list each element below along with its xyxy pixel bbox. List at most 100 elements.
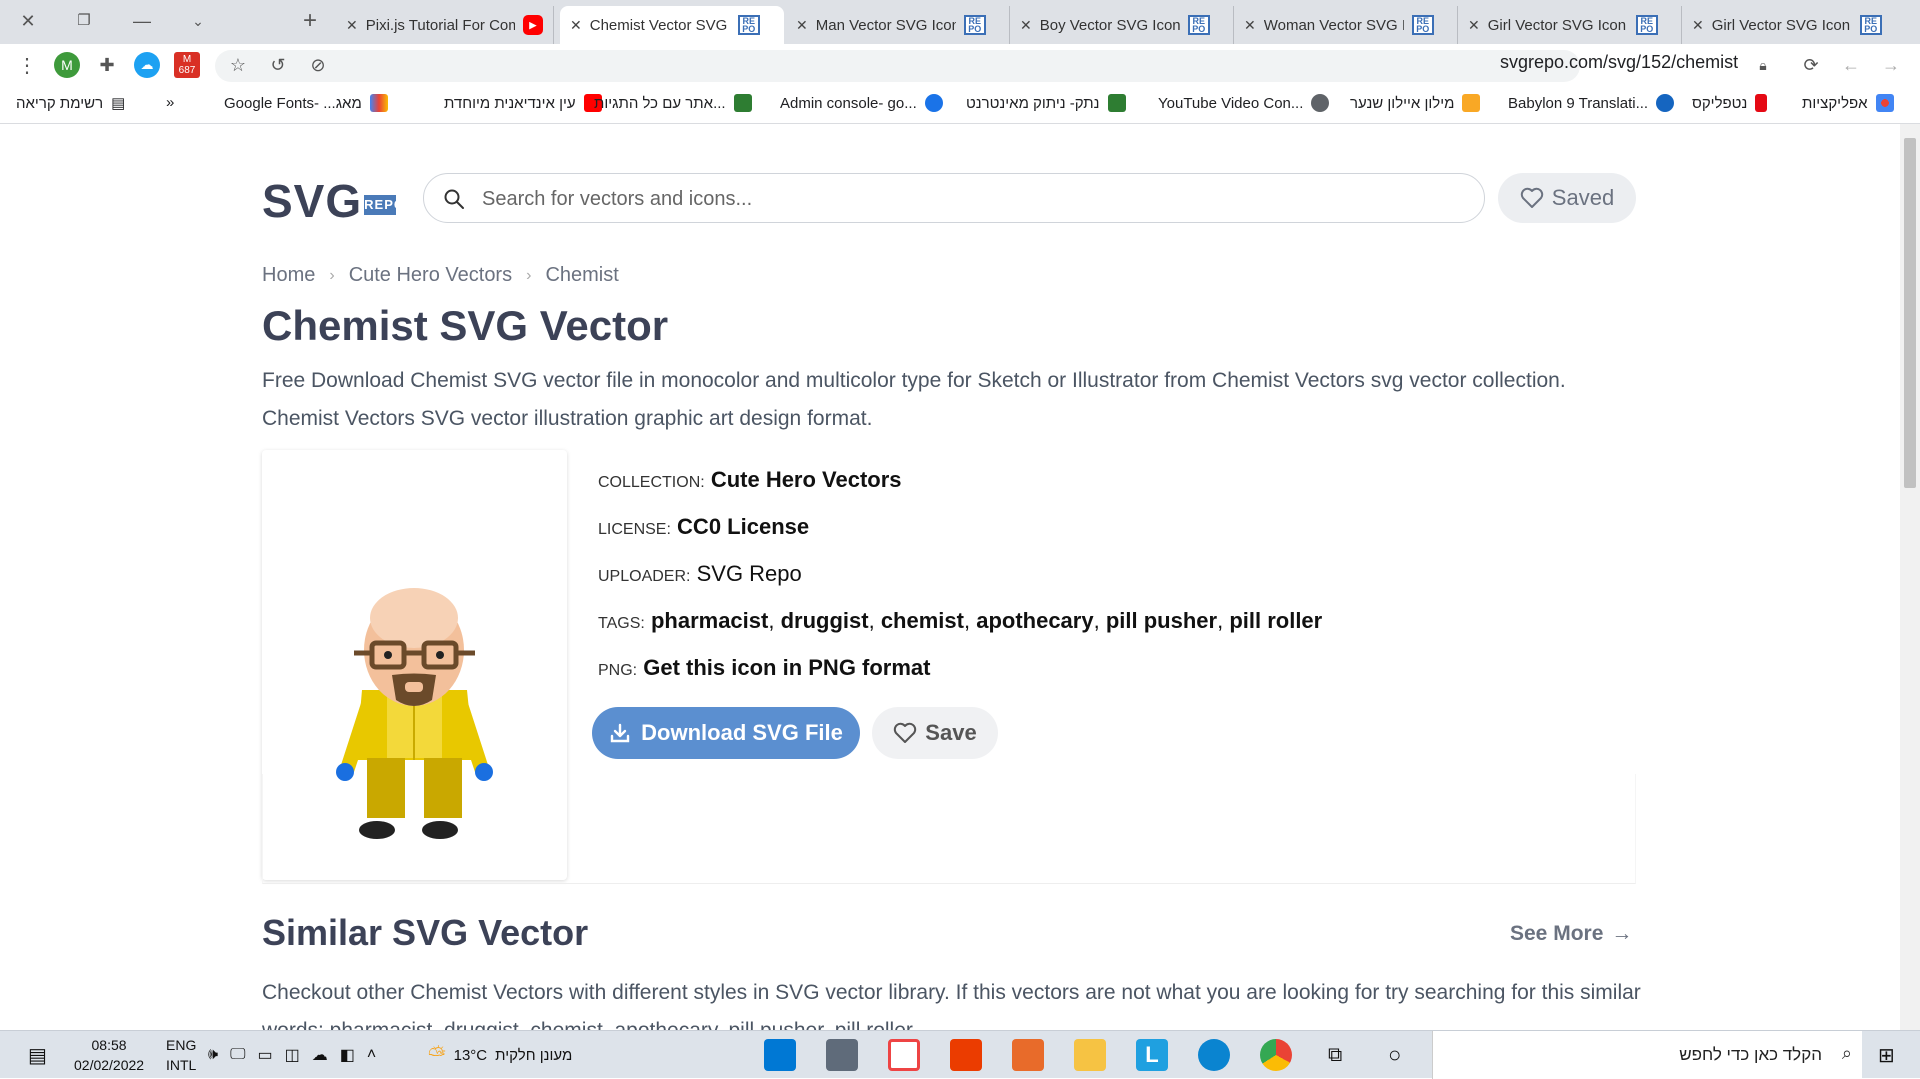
taskbar-search-box[interactable]: הקלד כאן כדי לחפש ⌕ <box>1432 1031 1862 1079</box>
scrollbar-thumb[interactable] <box>1904 138 1916 488</box>
share-icon[interactable]: ↺ <box>265 52 291 78</box>
partly-cloudy-icon: ⛅︎ <box>428 1042 446 1067</box>
menu-kebab-icon[interactable]: ⋮ <box>14 52 40 78</box>
chrome-icon[interactable] <box>1260 1039 1292 1071</box>
volume-icon[interactable]: 🕪︎ <box>208 1046 218 1064</box>
clock[interactable]: 08:58 02/02/2022 <box>74 1031 144 1079</box>
new-tab-icon[interactable]: + <box>290 6 330 36</box>
search-input[interactable] <box>482 186 1462 212</box>
bookmark-indian-eye[interactable]: עין אינדיאנית מיוחדת <box>444 94 602 112</box>
bookmark-star-icon[interactable]: ☆ <box>225 52 251 78</box>
tag-link[interactable]: apothecary <box>976 608 1093 633</box>
profile-avatar[interactable]: M <box>54 52 80 78</box>
png-link[interactable]: Get this icon in PNG format <box>643 655 930 680</box>
tab-chemist[interactable]: ✕ Chemist Vector SVG Icon REPO <box>560 6 784 44</box>
office-icon[interactable] <box>950 1039 982 1071</box>
download-icon <box>610 723 630 743</box>
apps-grid-icon <box>1875 94 1894 112</box>
breadcrumb-collection[interactable]: Cute Hero Vectors <box>349 264 512 287</box>
close-tab-icon[interactable]: ✕ <box>1468 17 1480 34</box>
l-app-icon[interactable]: L <box>1136 1039 1168 1071</box>
save-button[interactable]: Save <box>872 707 998 759</box>
tray-app-icon[interactable]: ◧ <box>340 1045 355 1065</box>
bookmark-admin-console[interactable]: Admin console- go... <box>780 94 943 112</box>
lock-icon[interactable]: 🔒︎ <box>1750 52 1776 78</box>
close-tab-icon[interactable]: ✕ <box>1020 17 1032 34</box>
tab-search-icon[interactable]: ⌄ <box>178 6 218 36</box>
weather-temp: 13°C <box>453 1046 488 1064</box>
bookmark-ayalon-dictionary[interactable]: מילון איילון שנער <box>1350 94 1481 112</box>
reload-icon[interactable]: ⟳ <box>1798 52 1824 78</box>
url-text[interactable]: svgrepo.com/svg/152/chemist <box>1500 52 1738 73</box>
tab-man[interactable]: ✕ Man Vector SVG Icon RE PO <box>786 6 1010 44</box>
close-tab-icon[interactable]: ✕ <box>570 17 582 34</box>
edge-icon[interactable] <box>1198 1039 1230 1071</box>
restore-window-icon[interactable]: ❐ <box>64 6 104 36</box>
tab-girl[interactable]: ✕ Girl Vector SVG Icon ( RE PO <box>1458 6 1682 44</box>
saved-button[interactable]: Saved <box>1498 173 1636 223</box>
reading-list[interactable]: רשימת קריאה ▤ <box>16 94 125 113</box>
display-icon[interactable]: ◫ <box>285 1045 300 1065</box>
notifications-icon[interactable]: ▤ <box>28 1031 47 1079</box>
png-key: PNG: <box>598 662 638 679</box>
tab-pixijs[interactable]: ✕ Pixi.js Tutorial For Com ▶ <box>336 6 554 44</box>
tag-link[interactable]: chemist <box>881 608 964 633</box>
bookmark-apps[interactable]: אפליקציות <box>1802 94 1894 112</box>
bookmark-netflix[interactable]: נטפליקס <box>1692 94 1768 112</box>
language-indicator[interactable]: ENG INTL <box>166 1031 196 1079</box>
reading-list-label: רשימת קריאה <box>16 94 104 112</box>
bookmark-disconnect[interactable]: נתק- ניתוק מאינטרנט <box>966 94 1126 112</box>
tab-girl-2[interactable]: ✕ Girl Vector SVG Icon ( RE PO <box>1682 6 1906 44</box>
w3schools-icon <box>733 94 752 112</box>
tag-link[interactable]: pill pusher <box>1106 608 1217 633</box>
tab-woman[interactable]: ✕ Woman Vector SVG Ic RE PO <box>1234 6 1458 44</box>
bookmark-babylon[interactable]: Babylon 9 Translati... <box>1508 94 1675 112</box>
see-more-link[interactable]: See More → <box>1510 922 1632 946</box>
powerpoint-icon[interactable] <box>1012 1039 1044 1071</box>
download-svg-button[interactable]: Download SVG File <box>592 707 860 759</box>
search-box[interactable] <box>423 173 1485 223</box>
back-icon[interactable]: → <box>1878 52 1904 78</box>
extensions-icon[interactable]: ✚ <box>94 52 120 78</box>
address-bar[interactable] <box>215 50 1580 82</box>
file-explorer-icon[interactable] <box>1074 1039 1106 1071</box>
weather-widget[interactable]: ⛅︎ 13°C מעונן חלקית <box>428 1031 572 1079</box>
chevron-up-icon[interactable]: ˄ <box>367 1046 376 1064</box>
tag-link[interactable]: druggist <box>781 608 869 633</box>
see-more-label: See More <box>1510 922 1604 945</box>
tag-link[interactable]: pharmacist <box>651 608 768 633</box>
breadcrumb-current[interactable]: Chemist <box>545 264 618 287</box>
breadcrumb-home[interactable]: Home <box>262 264 315 287</box>
bookmark-tags[interactable]: אתר עם כל התגיות... <box>594 94 752 112</box>
task-view-icon[interactable]: ⧉ <box>1328 1031 1342 1079</box>
bookmarks-more[interactable]: » <box>166 94 174 111</box>
calculator-icon[interactable] <box>826 1039 858 1071</box>
windows-start-icon[interactable]: ⊞ <box>1878 1031 1895 1079</box>
close-tab-icon[interactable]: ✕ <box>346 17 358 34</box>
snipping-tool-icon[interactable] <box>888 1039 920 1071</box>
weather-extension-icon[interactable]: ☁ <box>134 52 160 78</box>
close-tab-icon[interactable]: ✕ <box>1244 17 1256 34</box>
network-icon[interactable]: 🖵︎ <box>230 1046 245 1064</box>
bookmark-label: נטפליקס <box>1692 94 1748 112</box>
bookmark-youtube-converter[interactable]: YouTube Video Con... <box>1158 94 1330 112</box>
gmail-icon[interactable]: M 687 <box>174 52 200 78</box>
license-link[interactable]: CC0 License <box>677 514 809 539</box>
cortana-icon[interactable]: ○ <box>1388 1031 1401 1079</box>
svgrepo-logo[interactable]: SVG REPO <box>262 174 404 228</box>
close-tab-icon[interactable]: ✕ <box>1692 17 1704 34</box>
forward-icon[interactable]: ← <box>1838 52 1864 78</box>
collection-link[interactable]: Cute Hero Vectors <box>711 467 902 492</box>
close-tab-icon[interactable]: ✕ <box>796 17 808 34</box>
tag-link[interactable]: pill roller <box>1229 608 1322 633</box>
bookmark-google-fonts[interactable]: Google Fonts- ...מאג <box>224 94 388 112</box>
onedrive-icon[interactable]: ☁ <box>312 1045 328 1065</box>
vscode-icon[interactable] <box>764 1039 796 1071</box>
bookmark-label: נתק- ניתוק מאינטרנט <box>966 94 1100 112</box>
scrollbar[interactable] <box>1900 124 1920 1030</box>
battery-icon[interactable]: ▭ <box>258 1045 273 1065</box>
close-window-icon[interactable]: ✕ <box>8 6 48 36</box>
tab-boy[interactable]: ✕ Boy Vector SVG Icon ( RE PO <box>1010 6 1234 44</box>
eye-off-icon[interactable]: ⊘ <box>305 52 331 78</box>
minimize-window-icon[interactable]: — <box>122 6 162 36</box>
